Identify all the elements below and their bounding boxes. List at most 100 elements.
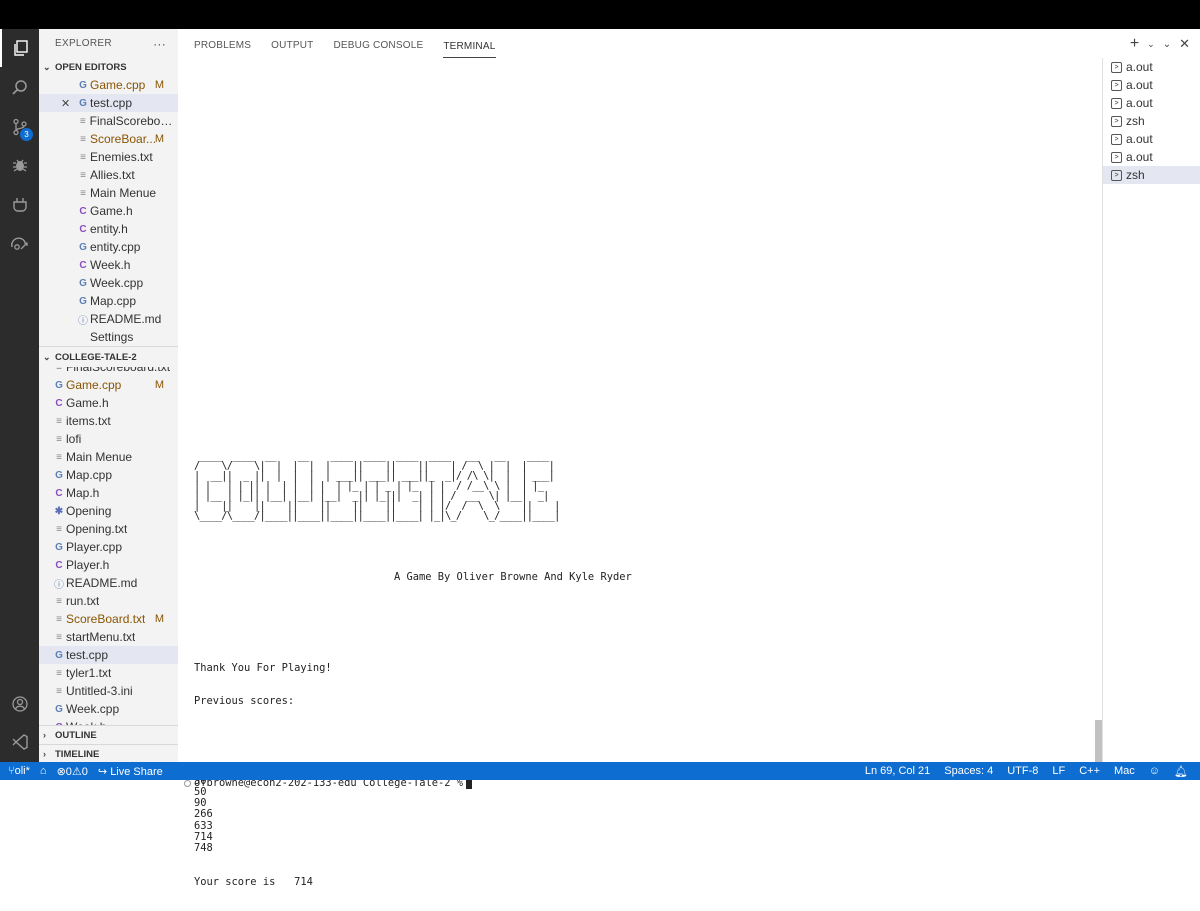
terminal-session-item[interactable]: > a.out: [1103, 58, 1200, 76]
explorer-header: EXPLORER ···: [39, 29, 178, 58]
branch-indicator[interactable]: ⑂oli*: [8, 765, 30, 777]
explorer-title: EXPLORER: [55, 38, 112, 49]
notifications-icon[interactable]: 🔔︎: [1174, 765, 1188, 778]
file-item[interactable]: G Player.cpp: [39, 538, 178, 556]
terminal-session-item[interactable]: > zsh: [1103, 166, 1200, 184]
file-item[interactable]: G Game.cpp M: [39, 76, 178, 94]
vscode-logo-icon[interactable]: [0, 723, 39, 761]
file-name: Untitled-3.ini: [66, 684, 133, 698]
language-mode[interactable]: C++: [1079, 765, 1100, 777]
new-terminal-icon[interactable]: +: [1130, 35, 1139, 53]
terminal-session-item[interactable]: > a.out: [1103, 130, 1200, 148]
file-item[interactable]: C Game.h: [39, 394, 178, 412]
warning-icon: ⚠: [71, 765, 82, 778]
file-item[interactable]: G Week.cpp: [39, 700, 178, 718]
file-item[interactable]: CWeek.h: [39, 256, 178, 274]
file-item[interactable]: ≡ Untitled-3.ini: [39, 682, 178, 700]
timeline-header[interactable]: › TIMELINE: [39, 745, 178, 762]
cpp-file-icon: G: [79, 241, 87, 253]
file-item[interactable]: ≡ Enemies.txt: [39, 148, 178, 166]
header-file-icon: C: [79, 205, 87, 217]
file-item[interactable]: ≡ FinalScoreboar...: [39, 112, 178, 130]
file-item[interactable]: Gtest.cpp: [39, 646, 178, 664]
maximize-panel-icon[interactable]: ⌄: [1163, 39, 1171, 50]
cpp-file-icon: G: [55, 541, 63, 553]
live-share-button[interactable]: ↪ Live Share: [98, 765, 163, 778]
search-icon[interactable]: [0, 69, 39, 107]
terminal-session-item[interactable]: > zsh: [1103, 112, 1200, 130]
file-item[interactable]: Settings: [39, 328, 178, 346]
file-item[interactable]: G Game.cpp M: [39, 376, 178, 394]
problems-indicator[interactable]: ⊗0⚠0: [57, 765, 88, 778]
file-item[interactable]: ≡ Main Menue: [39, 448, 178, 466]
file-item[interactable]: ≡ Main Menue: [39, 184, 178, 202]
close-editor-icon[interactable]: ✕: [61, 97, 70, 110]
chevron-right-icon: ›: [43, 749, 46, 759]
file-item[interactable]: ≡ tyler1.txt: [39, 664, 178, 682]
file-item[interactable]: ⓘ README.md: [39, 574, 178, 592]
terminal-scrollbar[interactable]: [1095, 720, 1102, 762]
file-item[interactable]: G Map.cpp: [39, 466, 178, 484]
feedback-icon[interactable]: ☺: [1149, 765, 1160, 777]
terminal-session-item[interactable]: > a.out: [1103, 76, 1200, 94]
file-item[interactable]: ≡ startMenu.txt: [39, 628, 178, 646]
terminal-output[interactable]: ____ ____ __ __ ____ ____ ____ ____ __ _…: [184, 58, 1094, 888]
score-value: 714: [294, 876, 313, 889]
remote-explorer-icon[interactable]: [0, 224, 39, 262]
open-editors-header[interactable]: ⌄ OPEN EDITORS: [39, 58, 178, 76]
cpp-file-icon: G: [79, 277, 87, 289]
encoding[interactable]: UTF-8: [1007, 765, 1038, 777]
file-item[interactable]: C Game.h: [39, 202, 178, 220]
debug-icon[interactable]: [0, 146, 39, 184]
cursor-position[interactable]: Ln 69, Col 21: [865, 765, 930, 777]
file-name: Opening: [66, 504, 112, 518]
terminal-sessions-list: > a.out > a.out > a.out > zsh > a.out > a.out > zsh: [1102, 58, 1200, 762]
file-item[interactable]: ≡ items.txt: [39, 412, 178, 430]
file-item[interactable]: ≡ Allies.txt: [39, 166, 178, 184]
file-item[interactable]: C Player.h: [39, 556, 178, 574]
file-name: items.txt: [66, 414, 111, 428]
terminal-icon: >: [1111, 97, 1122, 109]
file-item[interactable]: ⓘ README.md: [39, 310, 178, 328]
project-folder-header[interactable]: ⌄ COLLEGE-TALE-2: [39, 348, 178, 366]
explorer-icon[interactable]: [0, 29, 39, 67]
terminal-session-name: a.out: [1126, 78, 1153, 92]
close-panel-icon[interactable]: ✕: [1179, 36, 1190, 52]
file-item[interactable]: Gentity.cpp: [39, 238, 178, 256]
file-item[interactable]: C Map.h: [39, 484, 178, 502]
modified-badge: M: [154, 133, 164, 145]
indentation[interactable]: Spaces: 4: [944, 765, 993, 777]
file-item[interactable]: ✕ Gtest.cpp: [39, 94, 178, 112]
sync-icon[interactable]: ⌂: [40, 765, 47, 777]
file-item[interactable]: ≡ Opening.txt: [39, 520, 178, 538]
terminal-session-item[interactable]: > a.out: [1103, 94, 1200, 112]
tab-problems[interactable]: PROBLEMS: [194, 40, 251, 58]
tab-debug-console[interactable]: DEBUG CONSOLE: [333, 40, 423, 58]
open-editors-list: G Game.cpp M ✕ Gtest.cpp ≡ FinalScoreboar... ≡ S…: [39, 76, 178, 346]
file-item[interactable]: G Map.cpp: [39, 292, 178, 310]
source-control-icon[interactable]: 3: [0, 108, 39, 146]
file-item[interactable]: ≡ lofi: [39, 430, 178, 448]
outline-header[interactable]: › OUTLINE: [39, 726, 178, 744]
file-item[interactable]: ≡ run.txt: [39, 592, 178, 610]
file-name: Main Menue: [90, 186, 157, 200]
file-item[interactable]: CWeek.h: [39, 718, 178, 725]
terminal-icon: >: [1111, 133, 1122, 145]
file-item[interactable]: ✱ Opening: [39, 502, 178, 520]
source-control-badge: 3: [20, 128, 33, 141]
text-file-icon: ≡: [80, 169, 86, 181]
account-icon[interactable]: [0, 685, 39, 723]
terminal-session-item[interactable]: > a.out: [1103, 148, 1200, 166]
file-item[interactable]: ≡ ScoreBoard.txt M: [39, 610, 178, 628]
file-item[interactable]: ≡ ScoreBoar... M: [39, 130, 178, 148]
tab-output[interactable]: OUTPUT: [271, 40, 313, 58]
more-actions-icon[interactable]: ···: [153, 37, 166, 51]
terminal-dropdown-icon[interactable]: ⌄: [1147, 39, 1155, 50]
end-of-line[interactable]: LF: [1052, 765, 1065, 777]
file-item[interactable]: Centity.h: [39, 220, 178, 238]
platform[interactable]: Mac: [1114, 765, 1135, 777]
tab-terminal[interactable]: TERMINAL: [443, 41, 496, 58]
extensions-icon[interactable]: [0, 185, 39, 223]
file-item[interactable]: G Week.cpp: [39, 274, 178, 292]
file-item[interactable]: ≡ FinalScoreboard.txt: [39, 367, 178, 376]
